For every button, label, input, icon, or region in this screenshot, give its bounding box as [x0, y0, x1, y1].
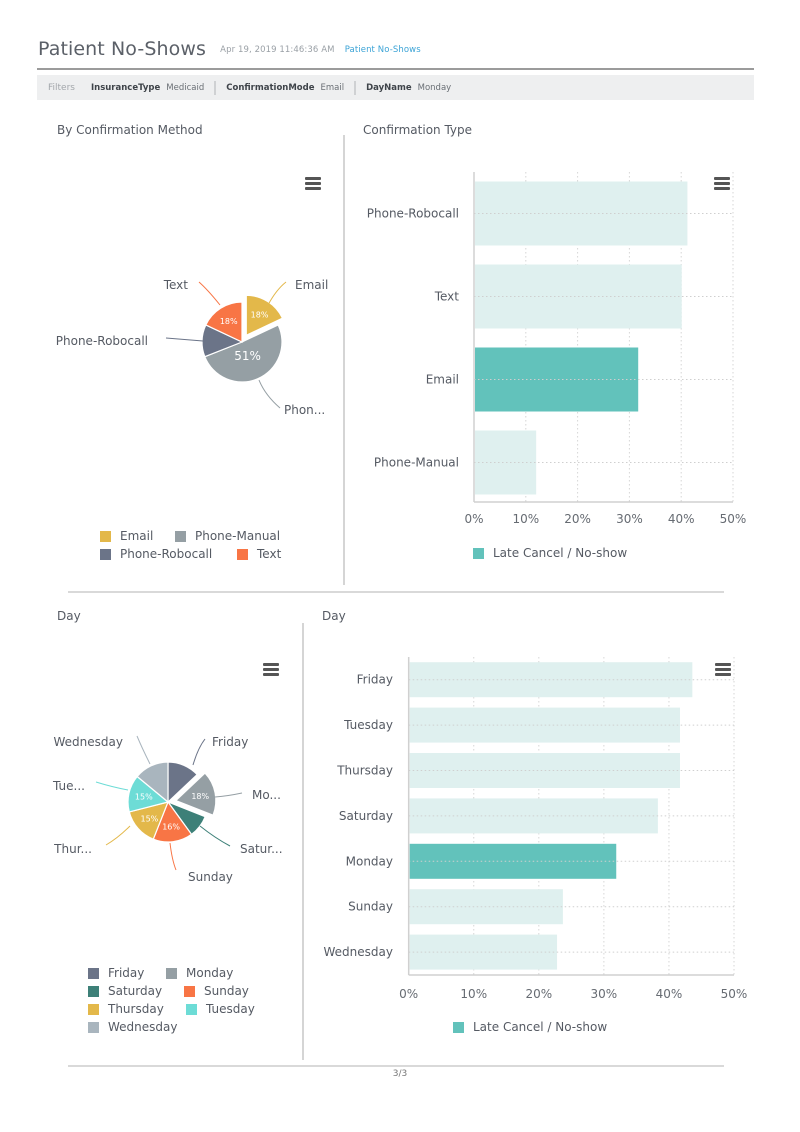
pie-label-thursday: Thur... [53, 842, 92, 856]
legend-label: Late Cancel / No-show [493, 546, 628, 560]
legend-label: Sunday [204, 984, 249, 998]
legend-item-phone-manual[interactable]: Phone-Manual [175, 529, 280, 543]
pie-label-wednesday: Wednesday [54, 735, 123, 749]
legend-swatch [184, 985, 195, 997]
pie-connector-sunday [169, 842, 177, 871]
pie-connector-phone-manual [258, 379, 281, 409]
legend-swatch [88, 967, 99, 979]
pie-pct-label-thursday: 15% [141, 814, 159, 823]
pie-label-monday: Mo... [252, 788, 281, 802]
pie-connector-wednesday [136, 735, 151, 765]
legend-label: Wednesday [108, 1020, 178, 1034]
x-tick-label: 50% [720, 512, 747, 526]
legend-label: Tuesday [206, 1002, 255, 1016]
y-category-label: Wednesday [324, 945, 393, 959]
pie-pct-label-tuesday: 15% [135, 793, 153, 802]
legend-swatch [473, 547, 484, 559]
x-tick-label: 20% [564, 512, 591, 526]
legend-item-thursday[interactable]: Thursday [88, 1002, 164, 1016]
legend-item-monday[interactable]: Monday [166, 966, 233, 980]
legend-label: Monday [186, 966, 234, 980]
legend-item-phone-robocall[interactable]: Phone-Robocall [100, 547, 212, 561]
y-category-label: Monday [346, 854, 393, 868]
day-pie: Friday 18% Mo... Satur... 16% Sunday 15% Thur..… [52, 735, 283, 884]
y-category-label: Thursday [336, 764, 393, 778]
bar-sunday[interactable] [409, 889, 563, 925]
legend-swatch [237, 548, 248, 560]
pie-pct-label-sunday: 16% [162, 823, 180, 832]
legend-label: Text [257, 547, 282, 561]
confirmation-bar: 0% 10% 20% 30% 40% 50% Phone-Robocall Text Email… [367, 172, 747, 526]
x-tick-label: 20% [525, 987, 552, 1001]
legend-swatch [88, 985, 99, 997]
x-tick-label: 30% [591, 987, 618, 1001]
confirmation-pie: 18% Email 51% Phon... Phone-Robocall 18% Text [56, 278, 329, 417]
legend-label: Email [120, 529, 154, 543]
y-category-label: Text [434, 290, 460, 304]
pie-connector-friday [192, 738, 206, 766]
legend-swatch [88, 1003, 99, 1015]
legend-label: Late Cancel / No-show [473, 1020, 608, 1034]
pie-label-text: Text [163, 278, 189, 292]
legend-label: Friday [108, 966, 145, 980]
legend-item-tuesday[interactable]: Tuesday [186, 1002, 255, 1016]
pie-connector-tuesday [95, 781, 129, 791]
x-tick-label: 40% [668, 512, 695, 526]
page-number: 3/3 [392, 1069, 408, 1079]
legend-swatch [88, 1021, 99, 1033]
y-category-label: Phone-Robocall [367, 207, 459, 221]
bar-wednesday[interactable] [409, 934, 558, 970]
x-tick-label: 50% [721, 987, 748, 1001]
pie-label-sunday: Sunday [188, 870, 233, 884]
legend-swatch [175, 530, 186, 542]
x-tick-label: 30% [616, 512, 643, 526]
legend-item-email[interactable]: Email [100, 529, 153, 543]
y-category-label: Tuesday [343, 718, 393, 732]
pie-connector-thursday [105, 825, 131, 846]
pie-label-phone-robocall: Phone-Robocall [56, 334, 148, 348]
x-tick-label: 40% [656, 987, 683, 1001]
pie-label-email: Email [295, 278, 328, 292]
confirmation-pie-chart: 18%Email51%Phon...Phone-Robocall18%Text0… [52, 172, 748, 1001]
pie-connector-monday [214, 792, 243, 798]
pie-pct-label-monday: 18% [191, 792, 209, 801]
legend-swatch [100, 548, 111, 560]
legend-label: Phone-Manual [195, 529, 281, 543]
x-tick-label: 0% [464, 512, 483, 526]
legend-item-late-cancel-no-show[interactable]: Late Cancel / No-show [473, 546, 627, 560]
x-tick-label: 10% [460, 987, 487, 1001]
pie-pct-label-phone-manual: 51% [234, 349, 261, 363]
pie-pct-label-email: 18% [251, 310, 269, 319]
legend-swatch [100, 530, 111, 542]
pie-pct-label-text: 18% [220, 317, 238, 326]
legend-item-sunday[interactable]: Sunday [184, 984, 249, 998]
legend-item-late-cancel-no-show[interactable]: Late Cancel / No-show [453, 1020, 607, 1034]
day-bar: 0% 10% 20% 30% 40% 50% Friday Tuesday Thursday Sa… [324, 657, 748, 1001]
y-category-label: Email [426, 373, 459, 387]
legend-swatch [186, 1003, 197, 1015]
pie-connector-email [267, 281, 287, 306]
y-category-label: Saturday [339, 809, 393, 823]
legend-item-saturday[interactable]: Saturday [88, 984, 162, 998]
y-category-label: Friday [357, 673, 393, 687]
legend-label: Saturday [108, 984, 163, 998]
pie-label-friday: Friday [212, 735, 248, 749]
x-tick-label: 10% [512, 512, 539, 526]
legend-item-text[interactable]: Text [237, 547, 281, 561]
x-tick-label: 0% [399, 987, 418, 1001]
pie-label-phone-manual: Phon... [284, 403, 325, 417]
legend-item-friday[interactable]: Friday [88, 966, 144, 980]
legend-swatch [166, 967, 177, 979]
y-category-label: Sunday [348, 900, 393, 914]
legend-label: Thursday [108, 1002, 164, 1016]
pie-label-saturday: Satur... [240, 842, 283, 856]
legend-label: Phone-Robocall [120, 547, 213, 561]
legend-item-wednesday[interactable]: Wednesday [88, 1020, 177, 1034]
legend-swatch [453, 1021, 464, 1033]
pie-connector-text [198, 281, 221, 306]
y-category-label: Phone-Manual [374, 456, 459, 470]
pie-connector-saturday [199, 825, 231, 847]
pie-connector-phone-robocall [165, 337, 204, 342]
pie-label-tuesday: Tue... [52, 779, 85, 793]
